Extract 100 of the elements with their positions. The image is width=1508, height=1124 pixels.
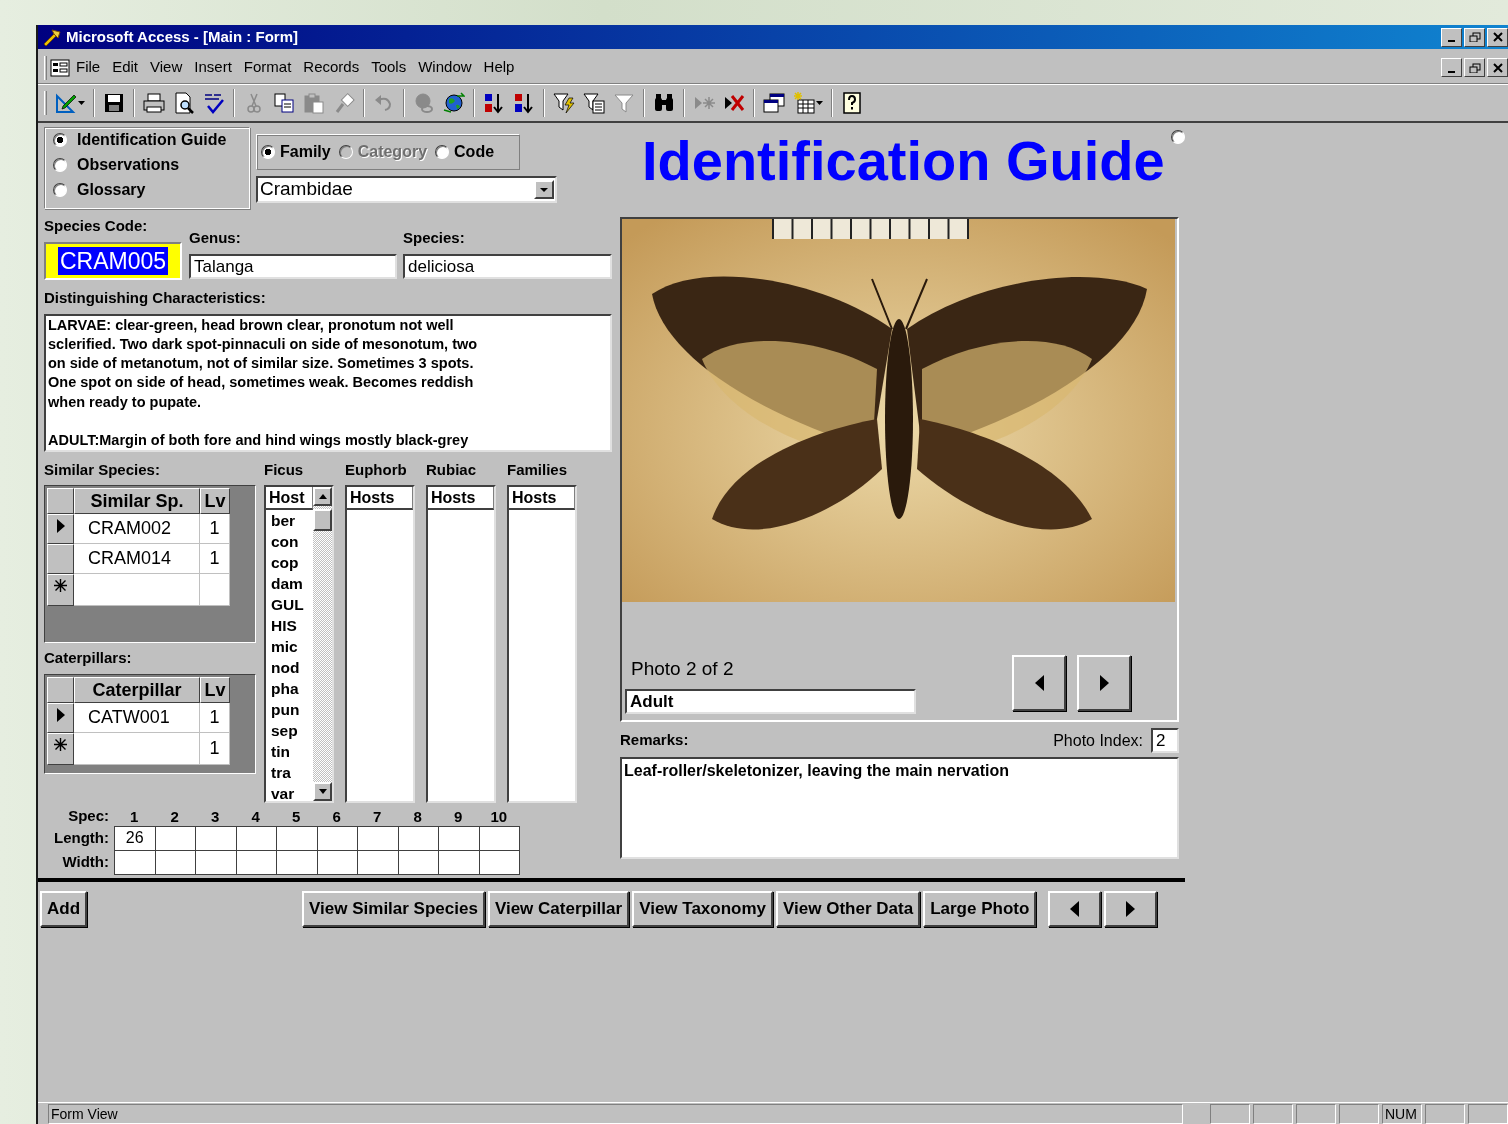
species-field[interactable]: deliciosa — [403, 253, 612, 279]
windows-icon[interactable] — [763, 92, 785, 114]
radio-circle-icon[interactable] — [53, 158, 67, 172]
list-item[interactable]: tra — [266, 762, 313, 783]
caret-icon[interactable] — [816, 101, 823, 105]
scroll-down-button[interactable] — [313, 782, 332, 801]
caret-icon[interactable] — [78, 101, 85, 105]
radio-circle-icon[interactable] — [53, 133, 67, 147]
scrollbar[interactable] — [313, 487, 332, 801]
measurement-cell[interactable] — [276, 826, 318, 851]
radio-option[interactable]: Identification Guide — [53, 132, 241, 148]
host-list[interactable]: Hosts — [345, 485, 415, 803]
menu-item[interactable]: View — [144, 54, 189, 81]
radio-option[interactable]: Family — [261, 144, 331, 160]
measurement-cell[interactable] — [195, 826, 237, 851]
form-button[interactable]: Large Photo — [923, 891, 1037, 927]
funnel-form-icon[interactable] — [583, 92, 605, 114]
form-icon[interactable] — [50, 58, 70, 77]
previous-photo-button[interactable] — [1012, 655, 1066, 711]
measurement-cell[interactable] — [316, 850, 358, 875]
spell-check-icon[interactable] — [203, 92, 225, 114]
form-button[interactable]: View Caterpillar — [487, 891, 630, 927]
list-item[interactable]: GUL — [266, 594, 313, 615]
radio-circle-icon[interactable] — [435, 145, 450, 159]
table-cell[interactable]: 1 — [200, 514, 230, 544]
form-button[interactable]: View Similar Species — [302, 891, 485, 927]
measurement-cell[interactable] — [438, 826, 480, 851]
list-item[interactable]: sep — [266, 720, 313, 741]
sort-ascending-icon[interactable] — [483, 92, 505, 114]
photo-stage-field[interactable]: Adult — [625, 689, 916, 714]
radio-circle-icon[interactable] — [1170, 130, 1185, 144]
new-table-icon[interactable] — [793, 92, 815, 114]
measurement-cell[interactable]: 26 — [114, 826, 156, 851]
measurement-cell[interactable] — [357, 826, 399, 851]
measurement-cell[interactable] — [154, 850, 196, 875]
menu-item[interactable]: Format — [237, 54, 298, 81]
row-selector[interactable] — [47, 574, 74, 606]
menu-item[interactable]: Edit — [106, 54, 145, 81]
list-item[interactable]: pha — [266, 678, 313, 699]
measurement-cell[interactable] — [478, 850, 520, 875]
radio-option[interactable]: Observations — [53, 157, 241, 173]
radio-option[interactable]: Code — [435, 144, 495, 160]
dropdown-button[interactable] — [534, 180, 554, 199]
host-list[interactable]: Hosts — [507, 485, 577, 803]
table-cell[interactable]: 1 — [200, 544, 230, 574]
close-button[interactable] — [1487, 27, 1508, 47]
list-item[interactable]: nod — [266, 657, 313, 678]
measurement-cell[interactable] — [357, 850, 399, 875]
save-icon[interactable] — [103, 92, 125, 114]
list-item[interactable]: cop — [266, 552, 313, 573]
host-list[interactable]: Host ber con cop dam GUL HIS mic nod pha pun sep tin tra var — [264, 485, 334, 803]
radio-circle-icon[interactable] — [261, 145, 275, 159]
minimize-button[interactable] — [1441, 27, 1462, 47]
list-item[interactable]: pun — [266, 699, 313, 720]
scroll-thumb[interactable] — [313, 509, 332, 531]
characteristics-text-area[interactable]: LARVAE: clear-green, head brown clear, pronotum not well sclerified. Two dark spot-pinnaculi on side of mesonotum, two on side of metanotum, not of similar size. Sometimes 3 spots. One spot on side of head, sometimes weak. Becomes reddish when ready to pupate. ADULT:Margin of both fore and hind wings mostly black-grey — [44, 313, 612, 452]
list-item[interactable]: HIS — [266, 615, 313, 636]
family-dropdown[interactable]: Crambidae — [256, 176, 557, 203]
radio-option[interactable]: Glossary — [53, 182, 241, 198]
list-item[interactable]: tin — [266, 741, 313, 762]
host-list[interactable]: Hosts — [426, 485, 496, 803]
measurement-cell[interactable] — [114, 850, 156, 875]
table-cell[interactable]: 1 — [200, 702, 230, 733]
close-button[interactable] — [1487, 58, 1508, 77]
measurement-cell[interactable] — [276, 850, 318, 875]
restore-button[interactable] — [1464, 58, 1485, 77]
sort-descending-icon[interactable] — [513, 92, 535, 114]
printer-icon[interactable] — [143, 92, 165, 114]
table-cell[interactable]: 1 — [200, 732, 230, 765]
menu-item[interactable]: Insert — [188, 54, 238, 81]
radio-circle-icon[interactable] — [53, 183, 67, 197]
list-item[interactable]: mic — [266, 636, 313, 657]
menu-item[interactable]: Records — [297, 54, 366, 81]
list-item[interactable]: ber — [266, 510, 313, 531]
list-item[interactable]: var — [266, 783, 313, 804]
form-button[interactable]: View Other Data — [776, 891, 921, 927]
genus-field[interactable]: Talanga — [189, 253, 397, 279]
next-photo-button[interactable] — [1077, 655, 1131, 711]
species-code-field[interactable]: CRAM005 — [44, 241, 182, 280]
remarks-text-area[interactable]: Leaf-roller/skeletonizer, leaving the main nervation — [620, 757, 1179, 859]
minimize-button[interactable] — [1441, 58, 1462, 77]
previous-record-button[interactable] — [1048, 891, 1102, 927]
copy-icon[interactable] — [273, 92, 295, 114]
table-cell[interactable] — [74, 574, 200, 606]
menu-item[interactable]: File — [70, 54, 107, 81]
menu-item[interactable]: Help — [477, 54, 521, 81]
table-cell[interactable]: CRAM002 — [74, 514, 200, 544]
measurement-cell[interactable] — [195, 850, 237, 875]
help-icon[interactable] — [841, 92, 863, 114]
restore-button[interactable] — [1464, 27, 1485, 47]
row-selector[interactable] — [47, 732, 74, 765]
row-selector[interactable] — [47, 514, 74, 544]
row-selector[interactable] — [47, 544, 74, 574]
funnel-lightning-icon[interactable] — [553, 92, 575, 114]
table-cell[interactable]: CATW001 — [74, 702, 200, 733]
set-square-pencil-icon[interactable] — [55, 92, 77, 114]
page-magnifier-icon[interactable] — [173, 92, 195, 114]
scroll-up-button[interactable] — [313, 487, 332, 506]
delete-record-icon[interactable] — [723, 92, 745, 114]
next-record-button[interactable] — [1104, 891, 1158, 927]
